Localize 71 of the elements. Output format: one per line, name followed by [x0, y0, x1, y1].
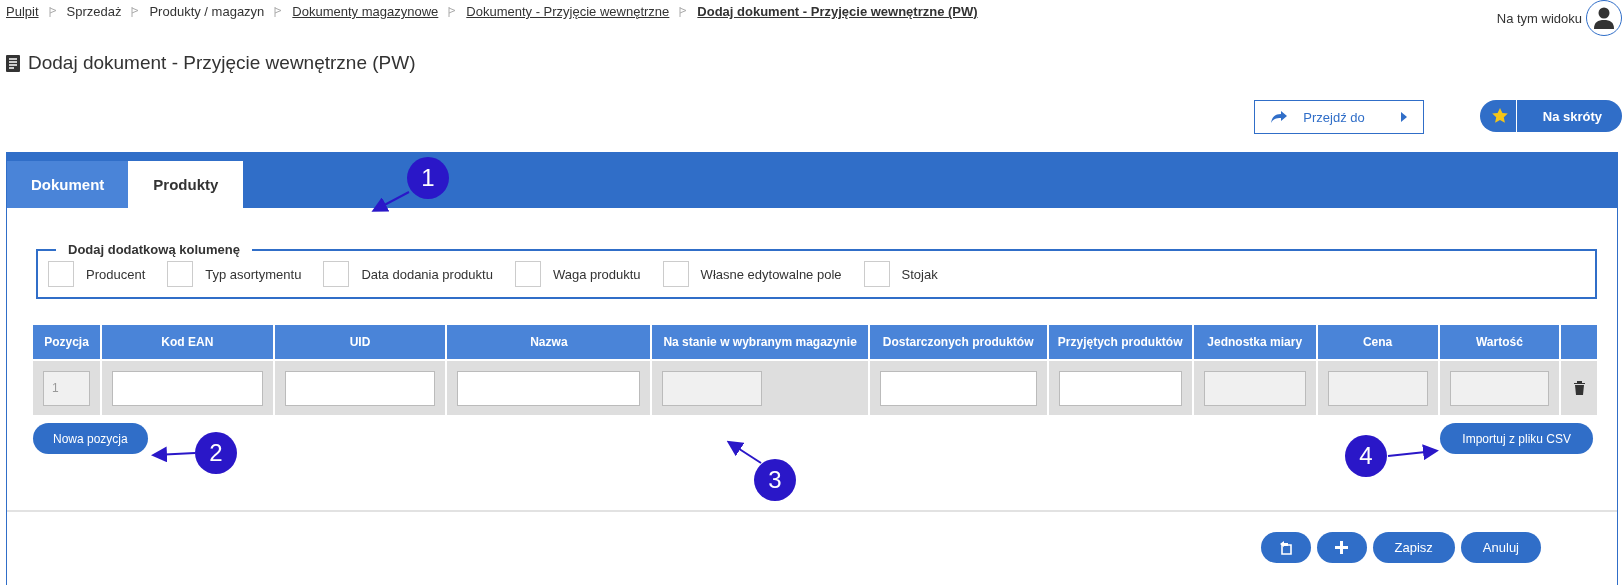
column-header [1561, 325, 1597, 359]
column-header: Cena [1317, 325, 1438, 359]
column-header: Jednostka miary [1193, 325, 1316, 359]
breadcrumb-link[interactable]: Pulpit [6, 4, 39, 19]
restore-icon [1278, 540, 1293, 555]
breadcrumb-link[interactable]: Dokumenty - Przyjęcie wewnętrzne [466, 4, 670, 19]
readonly-field[interactable] [1203, 370, 1306, 406]
plus-icon [1335, 541, 1349, 554]
checkbox-label: Data dodania produktu [361, 266, 493, 282]
page-title: Dodaj dokument - Przyjęcie wewnętrzne (PW) [28, 52, 416, 74]
flag-icon [131, 6, 140, 17]
add-button[interactable] [1316, 532, 1367, 563]
flag-icon [48, 6, 57, 17]
text-input[interactable] [879, 370, 1037, 406]
callout-number: 3 [754, 459, 796, 501]
breadcrumb-link[interactable]: Dodaj dokument - Przyjęcie wewnętrzne (PW) [697, 4, 978, 19]
breadcrumb-link[interactable]: Dokumenty magazynowe [292, 4, 439, 19]
checkbox-label: Producent [86, 266, 146, 282]
callout-arrow [371, 191, 410, 212]
view-label: Na tym widoku [1496, 10, 1582, 26]
checkbox-label: Waga produktu [552, 266, 641, 282]
callout-number: 2 [195, 432, 237, 474]
checkbox[interactable] [863, 261, 890, 287]
column-header: Na stanie w wybranym magazynie [652, 325, 868, 359]
checkbox[interactable] [167, 261, 194, 287]
goto-button[interactable]: Przejdź do [1254, 100, 1424, 134]
import-button[interactable]: Importuj z pliku CSV [1440, 423, 1593, 454]
action-button[interactable]: Zapisz [1372, 532, 1455, 563]
checkbox[interactable] [514, 261, 541, 287]
tab[interactable]: Produkty [128, 161, 244, 208]
callout-arrow [726, 440, 762, 464]
column-header: Wartość [1439, 325, 1560, 359]
breadcrumb-link[interactable]: Sprzedaż [66, 4, 122, 19]
shortcut-button[interactable]: Na skróty [1479, 100, 1622, 132]
flag-icon [679, 6, 688, 17]
document-icon [6, 54, 20, 72]
column-header: Nazwa [447, 325, 651, 359]
readonly-field[interactable] [662, 370, 763, 406]
text-input[interactable] [284, 370, 436, 406]
tab[interactable]: Dokument [7, 161, 129, 208]
callout-number: 4 [1345, 435, 1387, 477]
text-input[interactable] [457, 370, 641, 406]
checkbox[interactable] [662, 261, 689, 287]
trash-icon[interactable] [1572, 380, 1586, 396]
checkbox-label: Typ asortymentu [205, 266, 302, 282]
text-input[interactable] [1058, 370, 1182, 406]
checkbox[interactable] [323, 261, 350, 287]
checkbox-label: Własne edytowalne pole [700, 266, 842, 282]
star-icon [1491, 108, 1508, 124]
column-header: Przyjętych produktów [1048, 325, 1192, 359]
flag-icon [448, 6, 457, 17]
user-icon [1594, 7, 1614, 29]
column-header: UID [274, 325, 446, 359]
column-header: Kod EAN [102, 325, 273, 359]
flag-icon [274, 6, 283, 17]
text-input[interactable] [112, 370, 263, 406]
breadcrumb-link[interactable]: Produkty / magazyn [149, 4, 265, 19]
new-row-button[interactable]: Nowa pozycja [33, 423, 148, 454]
caret-icon [1400, 112, 1407, 122]
share-arrow-icon [1271, 111, 1288, 123]
group-legend: Dodaj dodatkową kolumenę [56, 242, 252, 257]
restore-button[interactable] [1260, 532, 1311, 563]
column-header: Dostarczonych produktów [869, 325, 1047, 359]
callout-arrow [151, 446, 196, 463]
callout-arrow [1387, 444, 1439, 461]
readonly-field[interactable] [1327, 370, 1428, 406]
checkbox[interactable] [48, 261, 74, 287]
readonly-field[interactable] [1449, 370, 1550, 406]
column-header: Pozycja [33, 325, 101, 359]
checkbox-label: Stojak [901, 266, 938, 282]
action-button[interactable]: Anuluj [1460, 532, 1541, 563]
